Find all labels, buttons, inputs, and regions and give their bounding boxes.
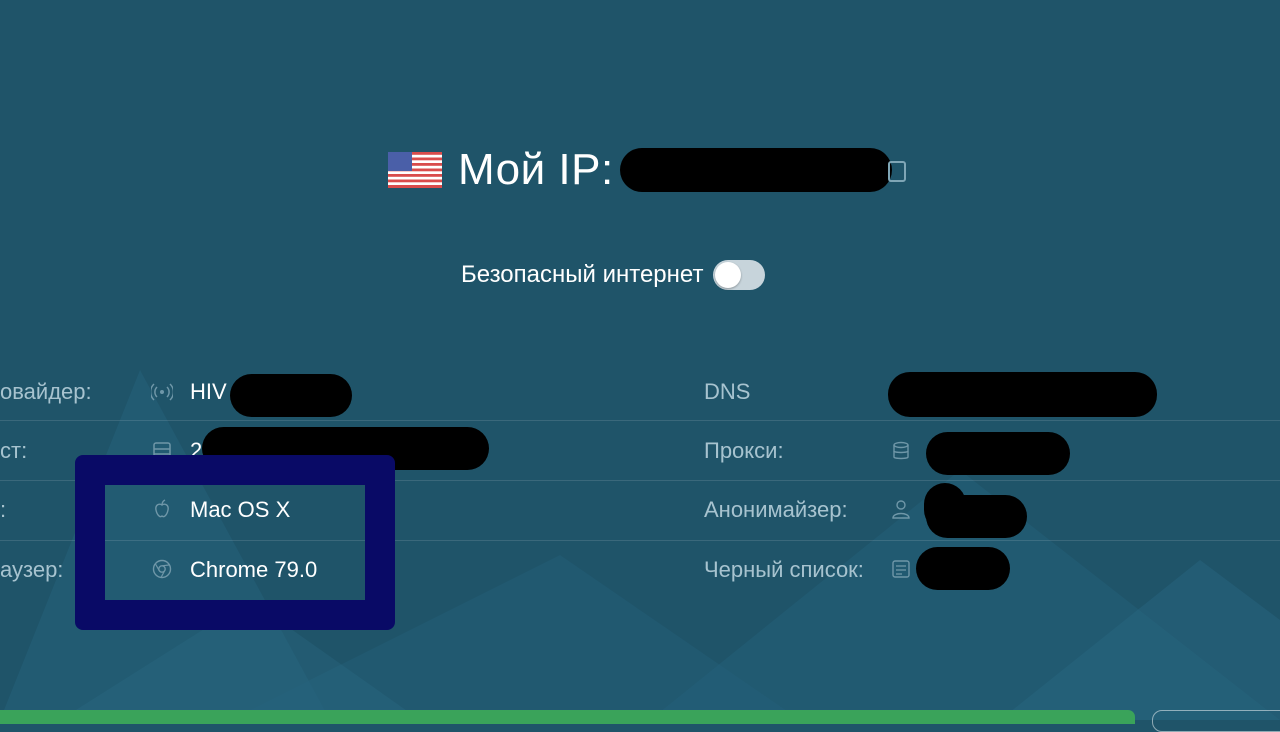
- user-badge-icon: [892, 500, 910, 519]
- provider-value: HIV: [190, 379, 227, 404]
- highlight-box: [75, 455, 395, 630]
- provider-redaction: [230, 374, 352, 417]
- anonymizer-label: Анонимайзер:: [704, 497, 848, 522]
- row-divider: [0, 420, 1280, 421]
- antenna-icon: [151, 383, 173, 401]
- proxy-redaction: [926, 432, 1070, 475]
- bottom-action-bar[interactable]: [0, 710, 1135, 724]
- dns-label: DNS: [704, 379, 751, 404]
- dns-redaction: [888, 372, 1157, 417]
- os-label: :: [0, 497, 7, 522]
- ip-redaction: [620, 148, 892, 192]
- provider-label: овайдер:: [0, 379, 92, 404]
- ip-header: Мой IP:: [388, 140, 614, 200]
- safe-internet-row: Безопасный интернет: [461, 258, 766, 292]
- bottom-secondary-button[interactable]: [1152, 710, 1280, 732]
- us-flag-icon: [388, 152, 442, 188]
- proxy-label: Прокси:: [704, 438, 784, 463]
- database-icon: [893, 441, 909, 460]
- browser-label: аузер:: [0, 557, 64, 582]
- page-title: Мой IP:: [458, 145, 614, 194]
- safe-internet-toggle[interactable]: [713, 260, 766, 290]
- copy-icon[interactable]: [886, 156, 908, 184]
- anonymizer-redaction-2: [926, 495, 1027, 538]
- blacklist-redaction: [916, 547, 1010, 590]
- host-label: ст:: [0, 438, 28, 463]
- blacklist-label: Черный список:: [704, 557, 864, 582]
- safe-internet-label: Безопасный интернет: [461, 261, 704, 288]
- list-icon: [892, 560, 910, 578]
- toggle-knob: [715, 262, 742, 288]
